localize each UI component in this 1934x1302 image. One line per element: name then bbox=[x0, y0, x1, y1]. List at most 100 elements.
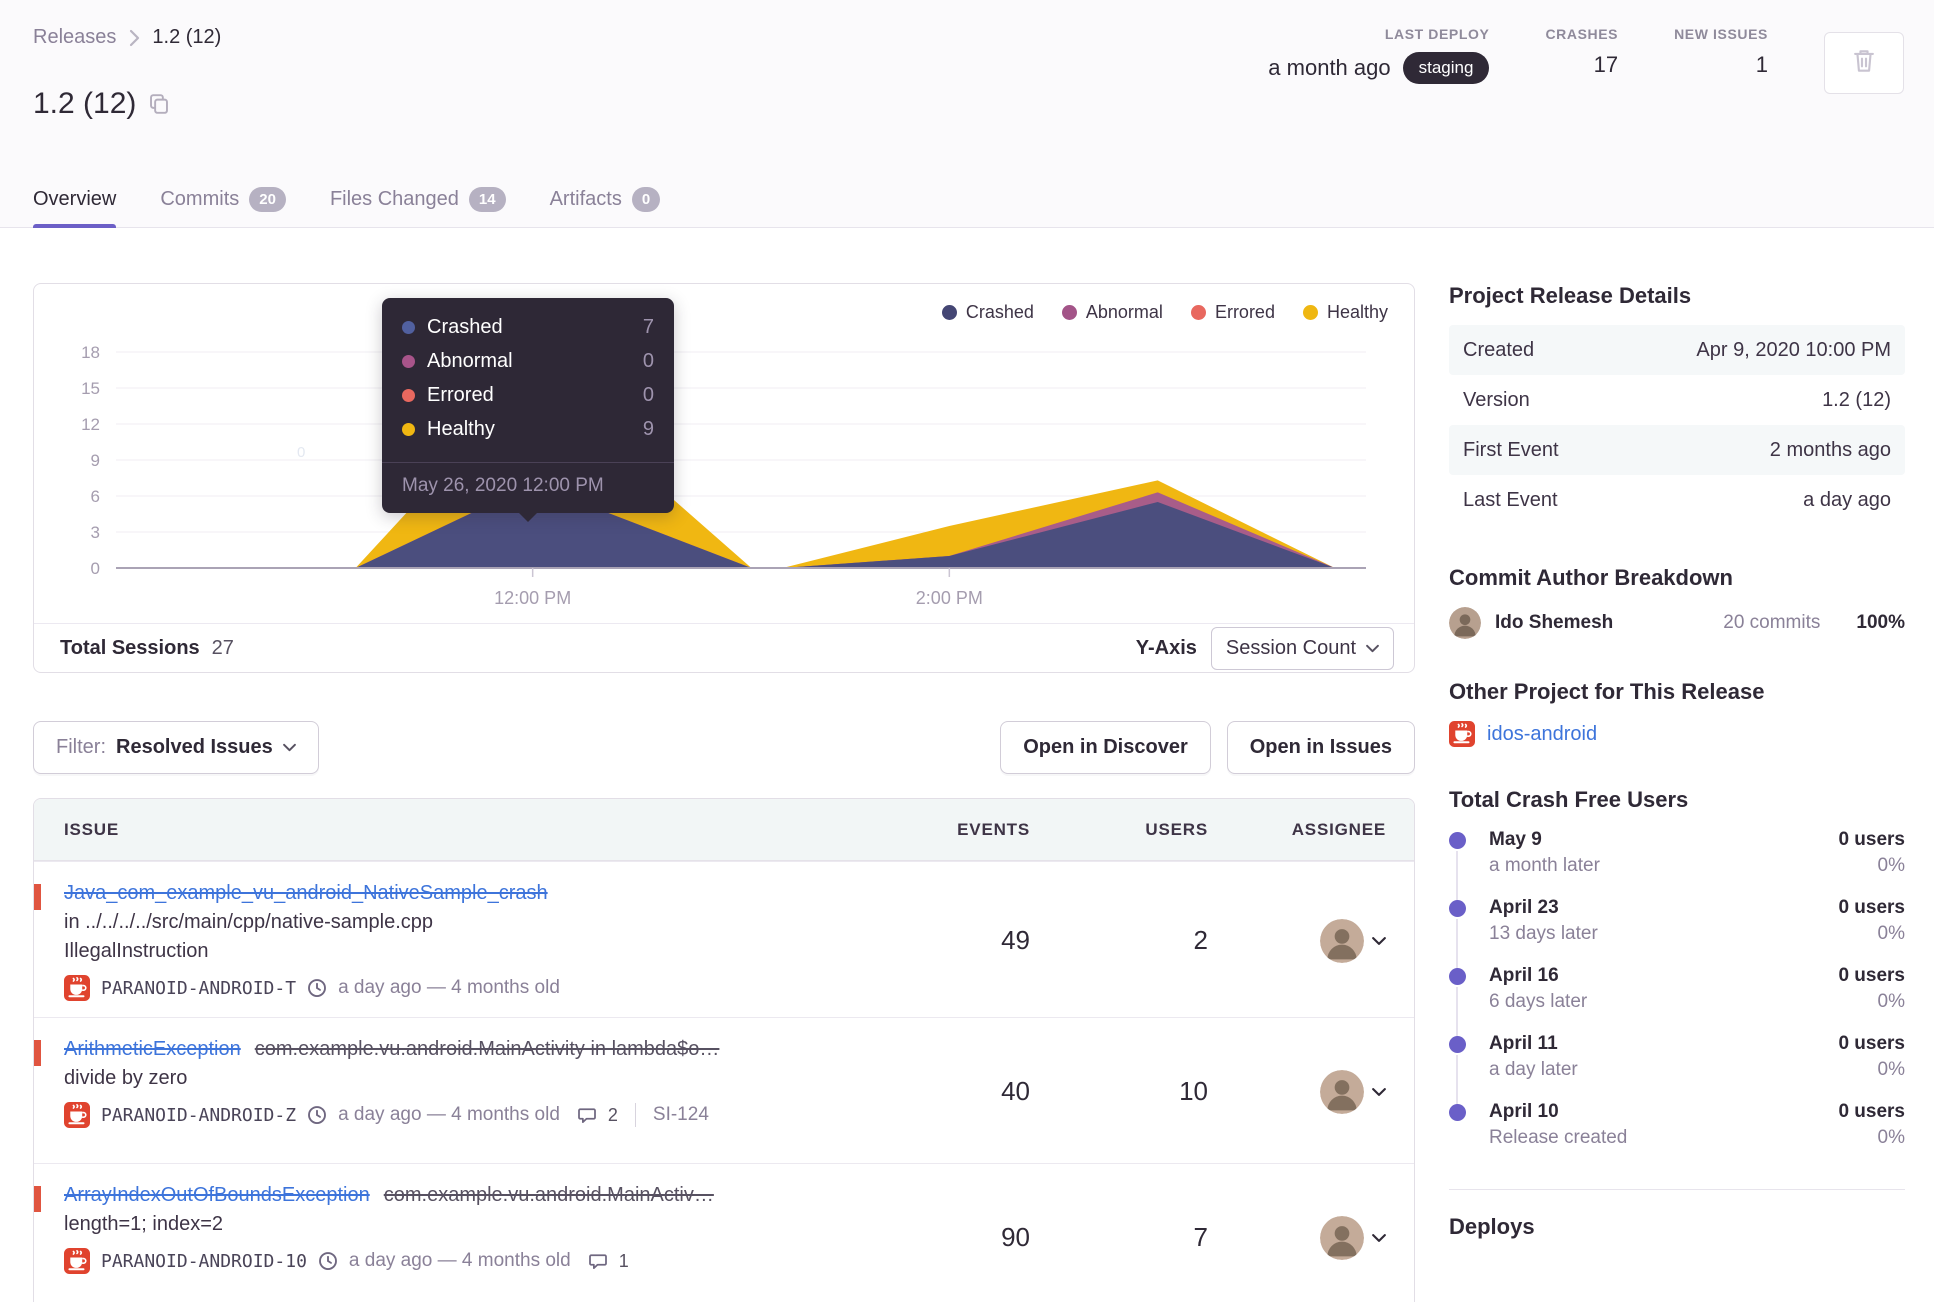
last-deploy-value: a month ago bbox=[1268, 55, 1391, 80]
errored-dot-icon bbox=[1190, 305, 1206, 320]
column-issue: ISSUE bbox=[64, 819, 120, 839]
issues-table-card: ISSUE EVENTS USERS ASSIGNEE Java_com_exa… bbox=[33, 798, 1415, 1302]
abnormal-dot-icon bbox=[402, 355, 415, 368]
svg-text:9: 9 bbox=[91, 451, 100, 470]
chart-area: Crashed Abnormal Errored Healthy 0 0 3 6… bbox=[34, 284, 1414, 623]
issue-title-link[interactable]: ArithmeticException bbox=[64, 1038, 241, 1060]
assignee-avatar[interactable] bbox=[1320, 1215, 1364, 1260]
breadcrumb-releases-link[interactable]: Releases bbox=[33, 26, 116, 49]
assignee-chevron-icon[interactable] bbox=[1372, 1233, 1386, 1243]
abnormal-dot-icon bbox=[1061, 305, 1077, 320]
filter-row: Filter: Resolved Issues Open in Discover… bbox=[33, 721, 1415, 774]
issue-short-id[interactable]: PARANOID-ANDROID-10 bbox=[101, 1251, 307, 1272]
linked-ticket[interactable]: SI-124 bbox=[653, 1104, 709, 1126]
delete-release-button[interactable] bbox=[1824, 32, 1904, 94]
issues-filter-dropdown[interactable]: Filter: Resolved Issues bbox=[33, 721, 319, 774]
detail-row-last-event: Last Event a day ago bbox=[1449, 475, 1905, 525]
svg-text:12: 12 bbox=[81, 415, 100, 434]
legend-item-errored[interactable]: Errored bbox=[1190, 302, 1275, 323]
tab-artifacts[interactable]: Artifacts 0 bbox=[550, 187, 661, 228]
issue-age: a day ago — 4 months old bbox=[338, 977, 560, 998]
tooltip-row-crashed: Crashed 7 bbox=[402, 316, 654, 339]
filter-value: Resolved Issues bbox=[116, 736, 273, 758]
commit-breakdown-heading: Commit Author Breakdown bbox=[1449, 565, 1733, 590]
entry-percent: 0% bbox=[1877, 923, 1905, 944]
crash-free-timeline: May 9 0 users a month later 0% April 23 0 u… bbox=[1449, 829, 1905, 1165]
svg-text:15: 15 bbox=[81, 379, 100, 398]
detail-value: 1.2 (12) bbox=[1822, 388, 1891, 411]
comments-icon bbox=[577, 1105, 597, 1125]
healthy-dot-icon bbox=[1302, 305, 1318, 320]
detail-label: Version bbox=[1463, 388, 1530, 411]
issue-users-count: 2 bbox=[1193, 925, 1208, 955]
svg-text:6: 6 bbox=[91, 487, 100, 506]
assignee-chevron-icon[interactable] bbox=[1372, 1087, 1386, 1097]
clock-icon bbox=[318, 1251, 338, 1271]
comments-count[interactable]: 1 bbox=[619, 1251, 629, 1272]
page-header: Releases 1.2 (12) 1.2 (12) Overview Comm… bbox=[0, 0, 1934, 228]
tab-files-changed-count-badge: 14 bbox=[468, 187, 506, 212]
release-details-heading: Project Release Details bbox=[1449, 283, 1692, 308]
other-project-link[interactable]: idos-android bbox=[1487, 723, 1597, 746]
crash-free-entry: April 10 0 users Release created 0% bbox=[1449, 1101, 1905, 1165]
chart-footer: Total Sessions 27 Y-Axis Session Count bbox=[34, 623, 1414, 672]
entry-subtitle: Release created bbox=[1489, 1127, 1628, 1148]
deploys-heading: Deploys bbox=[1449, 1214, 1535, 1239]
crash-free-entry: April 16 0 users 6 days later 0% bbox=[1449, 965, 1905, 1037]
other-project-heading: Other Project for This Release bbox=[1449, 679, 1765, 704]
legend-item-crashed[interactable]: Crashed bbox=[941, 302, 1034, 323]
environment-badge[interactable]: staging bbox=[1402, 52, 1490, 84]
column-users: USERS bbox=[1145, 819, 1208, 839]
author-percent: 100% bbox=[1856, 612, 1905, 633]
yaxis-select[interactable]: Session Count bbox=[1210, 626, 1394, 670]
author-avatar bbox=[1449, 607, 1481, 639]
svg-text:18: 18 bbox=[81, 343, 100, 362]
timeline-dot-icon bbox=[1449, 1036, 1466, 1053]
legend-item-healthy[interactable]: Healthy bbox=[1302, 302, 1388, 323]
issue-message: length=1; index=2 bbox=[64, 1213, 224, 1235]
entry-percent: 0% bbox=[1877, 1127, 1905, 1148]
assignee-avatar[interactable] bbox=[1320, 1069, 1364, 1114]
detail-row-first-event: First Event 2 months ago bbox=[1449, 425, 1905, 475]
copy-icon[interactable] bbox=[148, 93, 170, 115]
sessions-chart-card: Crashed Abnormal Errored Healthy 0 0 3 6… bbox=[33, 283, 1415, 673]
entry-users: 0 users bbox=[1838, 1033, 1905, 1054]
deploys-section: Deploys bbox=[1449, 1189, 1905, 1240]
tooltip-row-abnormal: Abnormal 0 bbox=[402, 350, 654, 373]
unhandled-marker bbox=[34, 1040, 41, 1066]
detail-row-version: Version 1.2 (12) bbox=[1449, 375, 1905, 425]
sessions-area-chart[interactable]: 0 3 6 9 12 15 18 12:00 PM 2:00 PM bbox=[46, 318, 1386, 618]
issue-short-id[interactable]: PARANOID-ANDROID-Z bbox=[101, 1105, 296, 1126]
assignee-chevron-icon[interactable] bbox=[1372, 936, 1386, 946]
main-content: Crashed Abnormal Errored Healthy 0 0 3 6… bbox=[0, 228, 1934, 1302]
commit-author-row: Ido Shemesh 20 commits 100% bbox=[1449, 607, 1905, 639]
open-in-discover-button[interactable]: Open in Discover bbox=[1000, 721, 1211, 774]
issue-culprit: com.example.vu.android.MainActivity in l… bbox=[254, 1038, 720, 1060]
open-in-issues-button[interactable]: Open in Issues bbox=[1226, 721, 1415, 774]
svg-text:12:00 PM: 12:00 PM bbox=[494, 588, 571, 608]
tab-commits-count-badge: 20 bbox=[249, 187, 286, 212]
legend-item-abnormal[interactable]: Abnormal bbox=[1061, 302, 1163, 323]
issue-age: a day ago — 4 months old bbox=[348, 1250, 571, 1271]
new-issues-label: NEW ISSUES bbox=[1674, 26, 1768, 42]
comments-count[interactable]: 2 bbox=[608, 1105, 618, 1126]
release-overview-page: Releases 1.2 (12) 1.2 (12) Overview Comm… bbox=[0, 0, 1934, 1302]
entry-subtitle: 13 days later bbox=[1489, 923, 1598, 944]
assignee-avatar[interactable] bbox=[1320, 918, 1364, 963]
detail-label: First Event bbox=[1463, 438, 1559, 461]
issue-title-link[interactable]: Java_com_example_vu_android_NativeSample… bbox=[64, 882, 548, 904]
total-sessions-label: Total Sessions bbox=[60, 636, 200, 659]
issue-age: a day ago — 4 months old bbox=[338, 1104, 560, 1125]
crashes-value: 17 bbox=[1593, 52, 1619, 77]
issue-short-id[interactable]: PARANOID-ANDROID-T bbox=[101, 978, 296, 999]
issue-title-link[interactable]: ArrayIndexOutOfBoundsException bbox=[64, 1184, 370, 1206]
issue-users-count: 7 bbox=[1193, 1222, 1208, 1252]
clock-icon bbox=[307, 978, 327, 998]
tooltip-errored-label: Errored bbox=[427, 384, 494, 406]
tab-files-changed[interactable]: Files Changed 14 bbox=[330, 187, 506, 228]
comments-icon bbox=[588, 1251, 608, 1271]
entry-subtitle: a month later bbox=[1489, 855, 1600, 876]
chart-legend: Crashed Abnormal Errored Healthy bbox=[941, 302, 1388, 323]
tab-overview[interactable]: Overview bbox=[33, 187, 117, 228]
tab-commits[interactable]: Commits 20 bbox=[160, 187, 286, 228]
